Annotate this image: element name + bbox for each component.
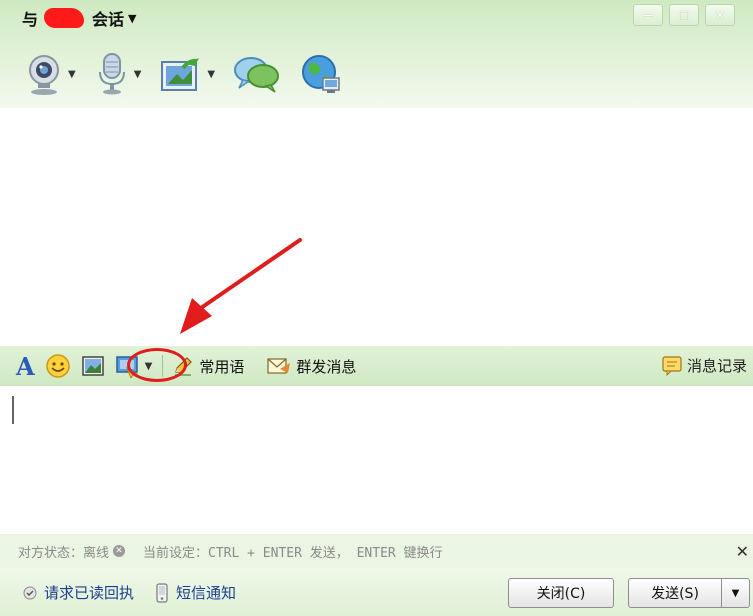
- read-receipt-option[interactable]: 请求已读回执: [22, 582, 134, 603]
- window-controls: — □ ✕: [627, 4, 735, 26]
- voice-call-button[interactable]: ▼: [94, 52, 142, 96]
- bottom-options: 请求已读回执 短信通知: [22, 582, 256, 603]
- maximize-button[interactable]: □: [669, 4, 699, 26]
- highlight-circle-annotation: [127, 348, 187, 382]
- sms-notify-option[interactable]: 短信通知: [154, 582, 236, 603]
- dismiss-status-button[interactable]: ✕: [736, 542, 749, 561]
- voice-call-menu-caret[interactable]: ▼: [134, 69, 142, 80]
- peer-status-text: 对方状态：离线: [18, 545, 110, 561]
- send-shortcut-setting[interactable]: 当前设定：CTRL + ENTER 发送， ENTER 键换行: [143, 542, 443, 561]
- chat-bubbles-icon: [234, 57, 280, 93]
- image-icon: [81, 356, 104, 376]
- sms-notify-label: 短信通知: [176, 584, 237, 602]
- send-file-menu-caret[interactable]: ▼: [207, 69, 215, 80]
- receipt-check-icon: [23, 586, 37, 599]
- message-history-label: 消息记录: [686, 356, 747, 375]
- message-input[interactable]: [0, 386, 753, 534]
- bottom-bar: 请求已读回执 短信通知 关闭(C) 发送(S) ▼: [0, 568, 753, 616]
- send-file-button[interactable]: ▼: [159, 54, 215, 94]
- window-header: 与 会话 ▼ — □ ✕ ▼ ▼ ▼: [0, 0, 753, 108]
- font-style-button[interactable]: A: [16, 352, 35, 381]
- group-message-icon: [267, 358, 291, 374]
- send-options-button[interactable]: ▼: [721, 578, 750, 608]
- title-menu-caret[interactable]: ▼: [128, 12, 136, 25]
- video-call-menu-caret[interactable]: ▼: [68, 69, 76, 80]
- title-suffix: 会话: [92, 10, 125, 29]
- transfer-file-icon: [161, 58, 200, 91]
- peer-status: 对方状态：离线 ✕: [18, 542, 126, 561]
- read-receipt-label: 请求已读回执: [44, 584, 135, 602]
- smiley-icon: [45, 354, 70, 378]
- message-history-button[interactable]: 消息记录: [661, 354, 747, 376]
- close-button[interactable]: 关闭(C): [508, 578, 614, 608]
- remote-assist-button[interactable]: [299, 52, 343, 96]
- history-icon: [662, 356, 682, 376]
- redacted-contact-name: [44, 8, 85, 28]
- emoji-button[interactable]: [45, 353, 71, 379]
- send-button[interactable]: 发送(S): [628, 578, 722, 608]
- common-phrases-label: 常用语: [199, 357, 245, 376]
- microphone-icon: [98, 53, 125, 95]
- title-prefix: 与: [22, 10, 39, 29]
- group-send-label: 群发消息: [296, 357, 357, 376]
- annotation-arrow: [180, 238, 302, 334]
- video-call-button[interactable]: ▼: [24, 52, 76, 96]
- close-window-button[interactable]: ✕: [705, 4, 735, 26]
- phone-icon: [156, 582, 168, 603]
- globe-icon: [302, 55, 340, 93]
- group-send-button[interactable]: 群发消息: [266, 355, 356, 377]
- window-title: 与 会话 ▼: [22, 6, 137, 30]
- top-toolbar: ▼ ▼ ▼: [24, 52, 361, 96]
- offline-status-icon: ✕: [113, 545, 126, 557]
- input-toolbar: A ▼ 常用语 群发消息: [0, 346, 753, 386]
- send-image-button[interactable]: [81, 354, 105, 378]
- message-history: [0, 108, 753, 346]
- webcam-icon: [29, 55, 59, 95]
- multi-chat-button[interactable]: [233, 54, 281, 94]
- status-bar: 对方状态：离线 ✕ 当前设定：CTRL + ENTER 发送， ENTER 键换…: [0, 534, 753, 568]
- text-cursor: [12, 396, 14, 424]
- minimize-button[interactable]: —: [633, 4, 663, 26]
